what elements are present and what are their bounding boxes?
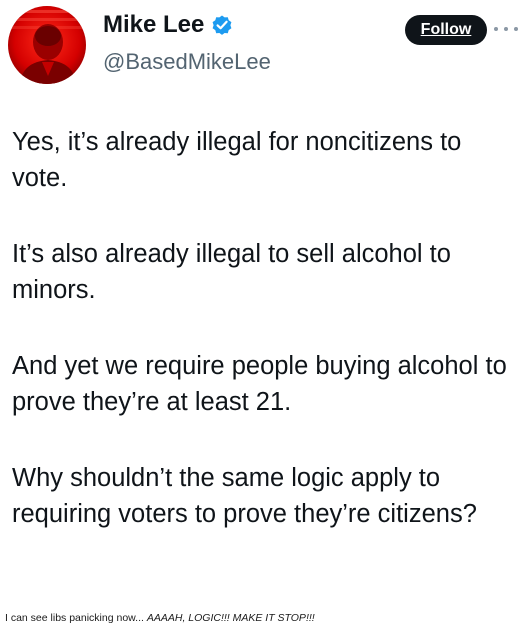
tweet-paragraph: It’s also already illegal to sell alcoho… [12, 240, 451, 304]
tweet-paragraph: And yet we require people buying alcohol… [12, 352, 507, 416]
tweet-paragraph: Yes, it’s already illegal for noncitizen… [12, 128, 462, 192]
caption: I can see libs panicking now... AAAAH, L… [5, 611, 315, 625]
author-handle[interactable]: @BasedMikeLee [103, 48, 271, 76]
author-name-row: Mike Lee [103, 10, 234, 40]
dot-icon [514, 27, 518, 31]
more-dots-icon[interactable] [494, 21, 518, 37]
verified-badge-icon [210, 13, 234, 37]
follow-button[interactable]: Follow [405, 15, 487, 45]
dot-icon [504, 27, 508, 31]
dot-icon [494, 27, 498, 31]
caption-lead: I can see libs panicking now... [5, 612, 147, 624]
tweet-paragraph: Why shouldn’t the same logic apply to re… [12, 464, 477, 528]
author-display-name[interactable]: Mike Lee [103, 10, 204, 40]
caption-emphasis: AAAAH, LOGIC!!! MAKE IT STOP!!! [146, 612, 315, 624]
avatar[interactable] [8, 6, 86, 84]
tweet-card: Mike Lee @BasedMikeLee Follow Yes, it’s … [0, 0, 527, 605]
tweet-text: Yes, it’s already illegal for noncitizen… [12, 124, 520, 532]
